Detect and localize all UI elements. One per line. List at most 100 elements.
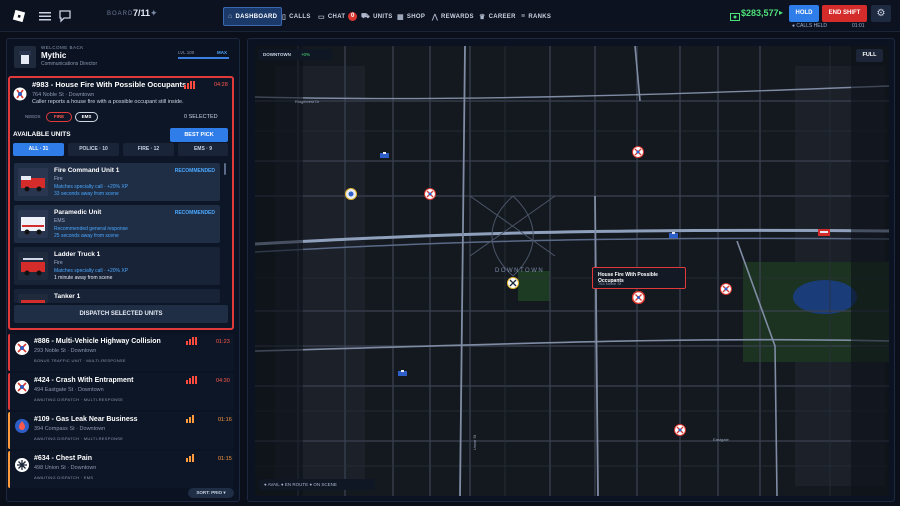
map-area-label: DOWNTOWN +0% xyxy=(258,49,332,60)
filter-all[interactable]: ALL · 31 xyxy=(13,143,64,156)
police-car-icon[interactable] xyxy=(380,146,389,158)
call-marker-icon[interactable] xyxy=(424,187,436,200)
call-card[interactable]: #424 - Crash With Entrapment 494 Eastgat… xyxy=(8,373,234,410)
unit-card-fire-command[interactable]: Fire Command Unit 1 Fire Matches special… xyxy=(14,163,220,201)
tanker-icon xyxy=(18,294,48,303)
welcome-label: WELCOME BACK xyxy=(41,45,84,50)
hold-button[interactable]: HOLD xyxy=(789,5,819,22)
call-marker-icon[interactable] xyxy=(674,423,686,436)
unit-name: Tanker 1 xyxy=(54,293,81,300)
needs-fire-tag: FIRE xyxy=(46,112,72,122)
level-progress-bar xyxy=(178,57,229,59)
gas-leak-icon xyxy=(15,419,29,433)
call-timer: 01:23 xyxy=(216,339,230,345)
board-label: BOARD xyxy=(107,11,134,17)
calls-held-timer: 01:01 xyxy=(852,23,865,29)
settings-gear-icon[interactable]: ⚙ xyxy=(871,5,891,22)
call-timer: 01:15 xyxy=(218,456,232,462)
call-tags: BONUS TRAFFIC UNIT · MULTI-RESPONSE xyxy=(34,358,126,363)
money-balance: $283,577 xyxy=(741,8,779,18)
cash-icon xyxy=(730,8,740,21)
tab-dashboard[interactable]: ⌂ DASHBOARD xyxy=(223,7,283,26)
tab-units[interactable]: ⛟ UNITS xyxy=(361,7,393,26)
filter-fire[interactable]: FIRE · 12 xyxy=(123,143,174,156)
phone-icon: ▯ xyxy=(282,13,287,21)
unit-card-paramedic[interactable]: Paramedic Unit EMS Recommended general r… xyxy=(14,205,220,243)
recommended-badge: RECOMMENDED xyxy=(174,210,215,216)
popup-address: 764 Noble St xyxy=(598,281,622,286)
unit-name: Fire Command Unit 1 xyxy=(54,167,120,174)
unit-match: Recommended general response xyxy=(54,226,128,232)
tab-shop[interactable]: ▦ SHOP xyxy=(397,7,425,26)
call-title: #634 - Chest Pain xyxy=(34,455,92,462)
unit-eta: 33 seconds away from scene xyxy=(54,191,119,197)
call-tags: AWAITING DISPATCH · EMS xyxy=(34,475,94,480)
unit-eta: 1 minute away from scene xyxy=(54,275,113,281)
trophy-icon: ♛ xyxy=(479,13,486,21)
tab-career[interactable]: ♛ CAREER xyxy=(479,7,516,26)
map-panel xyxy=(247,38,895,502)
map-area-name: DOWNTOWN xyxy=(263,52,291,57)
tab-label: CHAT xyxy=(327,13,346,20)
sort-priority-button[interactable]: SORT: PRIO ▾ xyxy=(188,488,234,498)
hamburger-menu-icon[interactable] xyxy=(38,9,52,23)
call-timer: 04:30 xyxy=(216,378,230,384)
call-tags: AWAITING DISPATCH · MULTI-RESPONSE xyxy=(34,436,124,441)
priority-bars-icon xyxy=(186,376,197,384)
active-call-description: Caller reports a house fire with a possi… xyxy=(32,99,184,105)
unit-type: Fire xyxy=(54,260,63,266)
priority-bars-icon xyxy=(186,415,194,423)
roblox-logo-icon[interactable] xyxy=(12,9,26,23)
unit-card-ladder-truck[interactable]: Ladder Truck 1 Fire Matches specialty ca… xyxy=(14,247,220,285)
fullscreen-button[interactable]: FULL xyxy=(856,49,883,62)
recommended-badge: RECOMMENDED xyxy=(174,168,215,174)
map-call-popup[interactable]: House Fire With Possible Occupants 764 N… xyxy=(592,267,686,289)
tab-calls[interactable]: ▯ CALLS xyxy=(282,7,311,26)
level-max-label: MAX xyxy=(217,50,227,55)
dispatch-selected-units-button[interactable]: DISPATCH SELECTED UNITS xyxy=(14,305,228,323)
avatar[interactable] xyxy=(14,46,36,68)
call-card[interactable]: #109 - Gas Leak Near Business 394 Compas… xyxy=(8,412,234,449)
filter-police[interactable]: POLICE · 10 xyxy=(68,143,119,156)
end-shift-button[interactable]: END SHIFT xyxy=(822,5,867,22)
call-type-icon xyxy=(13,87,27,101)
tab-rewards[interactable]: ⋀ REWARDS xyxy=(432,7,474,26)
tab-chat[interactable]: ▭ CHAT 0 xyxy=(318,7,358,26)
chat-count-badge: 0 xyxy=(348,12,358,21)
board-value: 7/11 xyxy=(133,8,151,18)
tab-label: CALLS xyxy=(289,13,311,20)
tab-ranks[interactable]: ≡ RANKS xyxy=(521,7,551,26)
city-map[interactable] xyxy=(254,45,890,497)
police-car-icon[interactable] xyxy=(398,364,407,376)
call-card[interactable]: #634 - Chest Pain 498 Union St · Downtow… xyxy=(8,451,234,488)
call-title: #109 - Gas Leak Near Business xyxy=(34,416,138,423)
ranks-icon: ≡ xyxy=(521,13,526,20)
filter-ems[interactable]: EMS · 9 xyxy=(178,143,228,156)
unit-card-tanker[interactable]: Tanker 1 xyxy=(14,289,220,303)
call-marker-icon[interactable] xyxy=(720,282,732,295)
unit-match: Matches specialty call · +20% XP xyxy=(54,184,129,190)
tab-label: DASHBOARD xyxy=(235,13,278,20)
car-icon: ⛟ xyxy=(361,13,371,20)
call-address: 394 Compass St · Downtown xyxy=(34,426,106,432)
call-card[interactable]: #886 - Multi-Vehicle Highway Collision 2… xyxy=(8,334,234,371)
priority-bars-icon xyxy=(186,337,197,345)
active-call-marker-icon[interactable] xyxy=(631,290,646,305)
call-marker-icon[interactable] xyxy=(507,276,519,289)
unit-list-scrollbar[interactable] xyxy=(224,163,226,175)
chat-bubble-icon[interactable] xyxy=(58,9,72,23)
tab-label: REWARDS xyxy=(441,13,474,20)
police-unit-marker-icon[interactable] xyxy=(345,187,357,200)
ambulance-icon xyxy=(18,210,48,238)
fire-truck-marker-icon[interactable] xyxy=(818,223,830,236)
call-marker-icon[interactable] xyxy=(632,145,644,158)
best-pick-button[interactable]: BEST PICK xyxy=(170,128,228,142)
police-car-icon[interactable] xyxy=(669,226,678,238)
medical-icon xyxy=(15,458,29,472)
active-call-address: 764 Noble St · Downtown xyxy=(32,92,95,98)
chart-icon: ⋀ xyxy=(432,13,439,21)
street-label: Eastgate xyxy=(713,437,729,442)
priority-bars-icon xyxy=(186,454,194,462)
tab-label: CAREER xyxy=(488,13,516,20)
active-call-timer: 04:28 xyxy=(214,82,228,88)
